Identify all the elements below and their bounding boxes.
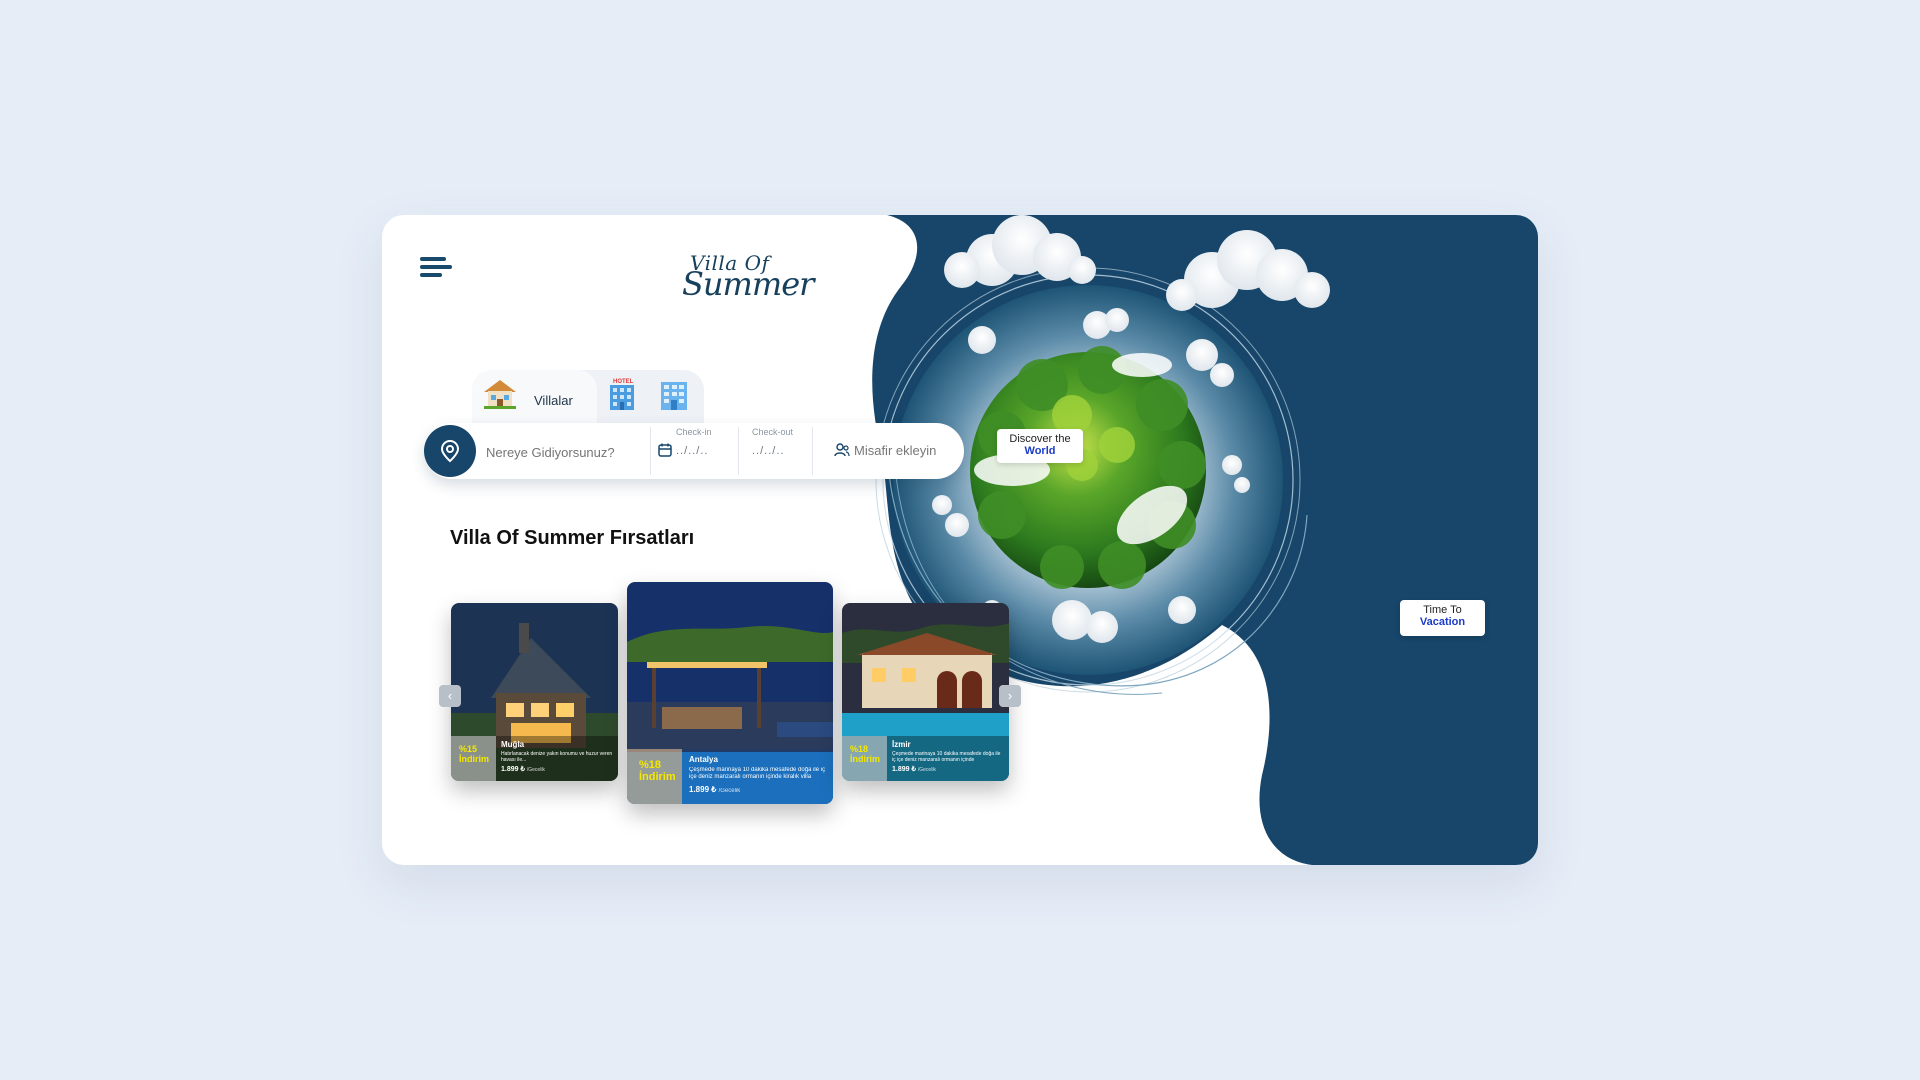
discount-value: %18 [639,759,662,771]
villa-house-icon [484,380,516,409]
brand-line2: Summer [682,265,814,303]
tab-hotel[interactable]: HOTEL [604,376,640,412]
location-pin-icon [440,439,460,463]
calendar-icon [658,443,672,457]
discount-value: %18 [850,744,869,754]
villa-city: İzmir [892,740,911,749]
discount-badge: %18 İndirim [627,749,682,804]
villa-description: Hatırlanacak denize yakın konumu ve huzu… [501,751,613,763]
villa-description: Çeşmede marinaya 10 dakika mesafede doğa… [892,751,1001,763]
guests-icon [834,443,850,457]
tab-villas-label: Villalar [534,393,573,408]
villa-info: Antalya Çeşmede marinaya 10 dakika mesaf… [682,749,833,804]
section-title: Villa Of Summer Fırsatları [450,527,695,549]
villa-price-unit: /Gecelik [718,788,741,794]
villa-price-row: 1.899 ₺ /Gecelik [892,765,1004,773]
hamburger-menu-icon[interactable] [420,257,456,287]
villa-price-unit: /Gecelik [526,767,545,773]
brand-logo[interactable]: Villa Of Summer [682,245,814,305]
checkout-value: ../../.. [752,445,785,457]
hotel-sign: HOTEL [613,379,634,385]
checkin-value: ../../.. [676,445,709,457]
callout-line1: Discover the [1009,433,1071,445]
discount-badge: %15 İndirim [451,736,496,781]
callout-line1: Time To [1423,604,1462,616]
discount-word: İndirim [639,771,676,783]
villa-city: Muğla [501,740,525,749]
checkout-field[interactable]: Check-out ../../.. [742,425,806,475]
checkin-field[interactable]: Check-in ../../.. [674,425,730,475]
villa-price: 1.899 ₺ [892,766,916,773]
villa-info: İzmir Çeşmede marinaya 10 dakika mesafed… [887,736,1009,781]
villa-info: Muğla Hatırlanacak denize yakın konumu v… [496,736,618,781]
villa-price-unit: /Gecelik [917,767,936,773]
villa-price: 1.899 ₺ [501,766,525,773]
guests-input[interactable]: Misafir ekleyin [854,443,936,458]
discover-world-callout: Discover the World [997,429,1083,463]
search-divider [650,427,651,475]
callout-line2: Vacation [1419,616,1466,628]
callout-line2: World [1024,445,1056,457]
villa-card-featured[interactable]: %18 İndirim Antalya Çeşmede marinaya 10 … [627,582,833,804]
search-divider [738,427,739,475]
discount-word: İndirim [459,754,490,764]
category-tabs: Villalar HOTEL [472,370,704,426]
villa-price: 1.899 ₺ [689,785,717,794]
hotel-building-icon: HOTEL [610,379,634,410]
destination-input[interactable] [484,442,648,462]
chevron-right-icon: › [1007,688,1013,703]
carousel-prev-button[interactable]: ‹ [439,685,461,707]
tab-apartment[interactable] [657,378,691,412]
apartment-building-icon [661,382,687,410]
villa-card[interactable]: %15 İndirim Muğla Hatırlanacak denize ya… [451,603,618,781]
villa-description: Çeşmede marinaya 10 dakika mesafede doğa… [689,767,826,780]
main-card: Villa Of Summer Villalar HOTEL Nereye Gi… [382,215,1538,865]
discount-word: İndirim [850,754,881,764]
villa-price-row: 1.899 ₺ /Gecelik [689,785,826,794]
time-to-vacation-callout: Time To Vacation [1400,600,1485,636]
villa-price-row: 1.899 ₺ /Gecelik [501,765,613,773]
carousel-next-button[interactable]: › [999,685,1021,707]
checkin-label: Check-in [676,427,712,437]
location-pin-button[interactable] [424,425,476,477]
villa-card[interactable]: %18 İndirim İzmir Çeşmede marinaya 10 da… [842,603,1009,781]
search-divider [812,427,813,475]
discount-value: %15 [459,744,478,754]
tab-villas[interactable]: Villalar [472,370,597,426]
discount-badge: %18 İndirim [842,736,887,781]
villa-city: Antalya [689,755,718,764]
checkout-label: Check-out [752,427,794,437]
search-bar: Check-in ../../.. Check-out ../../.. Mis… [424,423,964,479]
chevron-left-icon: ‹ [447,688,453,703]
